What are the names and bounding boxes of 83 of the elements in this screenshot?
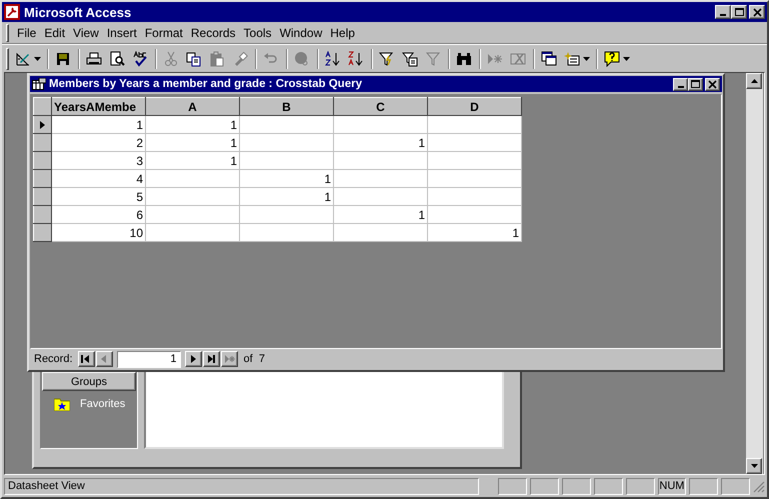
- column-header[interactable]: A: [146, 98, 240, 116]
- table-cell: 4: [52, 170, 146, 188]
- status-panel: [626, 478, 655, 495]
- last-arrow-icon: [206, 354, 217, 364]
- app-key-icon: [4, 4, 20, 20]
- menu-item[interactable]: View: [69, 26, 103, 40]
- status-panel: [562, 478, 591, 495]
- status-panel: [530, 478, 559, 495]
- menu-item[interactable]: Tools: [240, 26, 276, 40]
- menu-item[interactable]: Edit: [40, 26, 70, 40]
- caret-icon[interactable]: [34, 56, 41, 60]
- table-cell: 1: [146, 134, 240, 152]
- caret-icon[interactable]: [623, 56, 630, 60]
- table-cell: 1: [52, 116, 146, 134]
- window-title: Microsoft Access: [24, 4, 132, 20]
- close-icon: [707, 78, 718, 90]
- maximize-icon: [690, 78, 701, 90]
- next-record-button[interactable]: [184, 351, 202, 367]
- table-cell: 5: [52, 188, 146, 206]
- table-cell: 6: [52, 206, 146, 224]
- record-selector[interactable]: [34, 224, 52, 242]
- status-message: Datasheet View: [4, 478, 480, 495]
- menu-item[interactable]: Help: [326, 26, 359, 40]
- scroll-up-button[interactable]: [746, 73, 762, 89]
- minimize-icon: [720, 14, 726, 16]
- menu-item[interactable]: Window: [276, 26, 326, 40]
- record-selector[interactable]: [34, 116, 52, 134]
- down-arrow-icon: [750, 464, 758, 468]
- column-header[interactable]: B: [240, 98, 334, 116]
- menu-item[interactable]: Format: [140, 26, 187, 40]
- first-record-button[interactable]: [78, 351, 95, 367]
- table-cell: 1: [146, 116, 240, 134]
- record-selector[interactable]: [34, 170, 52, 188]
- table-cell: 1: [334, 134, 428, 152]
- select-all-corner[interactable]: [34, 98, 52, 116]
- record-selector[interactable]: [34, 206, 52, 224]
- new-arrow-icon: [224, 354, 235, 364]
- status-panel: [498, 478, 528, 495]
- column-header[interactable]: C: [334, 98, 428, 116]
- table-cell: 10: [52, 224, 146, 242]
- maximize-button[interactable]: [688, 78, 703, 90]
- menu-item[interactable]: File: [13, 26, 40, 40]
- minimize-button[interactable]: [673, 78, 688, 90]
- record-count: of 7: [244, 353, 265, 365]
- window-title: Members by Years a member and grade : Crosstab Query: [49, 78, 363, 90]
- maximize-button[interactable]: [731, 5, 747, 19]
- crosstab-query-icon: [32, 78, 46, 90]
- column-header[interactable]: D: [428, 98, 522, 116]
- close-button[interactable]: [749, 5, 765, 19]
- up-arrow-icon: [750, 79, 758, 83]
- status-panel: [689, 478, 718, 495]
- table-cell: 3: [52, 152, 146, 170]
- menu-item[interactable]: Records: [186, 26, 240, 40]
- record-selector[interactable]: [34, 152, 52, 170]
- table-cell: 1: [428, 224, 522, 242]
- table-cell: 2: [52, 134, 146, 152]
- column-header[interactable]: YearsAMembe: [52, 98, 146, 116]
- table-cell: 1: [334, 206, 428, 224]
- minimize-icon: [678, 86, 684, 88]
- caret-icon[interactable]: [583, 56, 590, 60]
- record-selector[interactable]: [34, 134, 52, 152]
- last-record-button[interactable]: [202, 351, 220, 367]
- record-selector[interactable]: [34, 188, 52, 206]
- group-item[interactable]: Favorites: [80, 398, 126, 410]
- vertical-scrollbar[interactable]: [746, 73, 763, 474]
- close-icon: [752, 6, 762, 18]
- scroll-down-button[interactable]: [746, 458, 762, 474]
- folder-star-icon: [54, 397, 70, 411]
- menu-item[interactable]: Insert: [102, 26, 141, 40]
- first-arrow-icon: [80, 354, 92, 364]
- status-panel: [721, 478, 750, 495]
- table-cell: 1: [240, 170, 334, 188]
- status-panel: [594, 478, 623, 495]
- record-label: Record:: [34, 353, 73, 365]
- status-indicator: NUM: [658, 478, 686, 495]
- record-number-field[interactable]: 1: [116, 350, 181, 368]
- table-cell: 1: [240, 188, 334, 206]
- maximize-icon: [734, 6, 744, 18]
- minimize-button[interactable]: [715, 5, 731, 19]
- resize-grip-icon[interactable]: [753, 480, 765, 492]
- groups-button[interactable]: Groups: [42, 372, 136, 391]
- table-cell: 1: [146, 152, 240, 170]
- close-button[interactable]: [705, 78, 720, 90]
